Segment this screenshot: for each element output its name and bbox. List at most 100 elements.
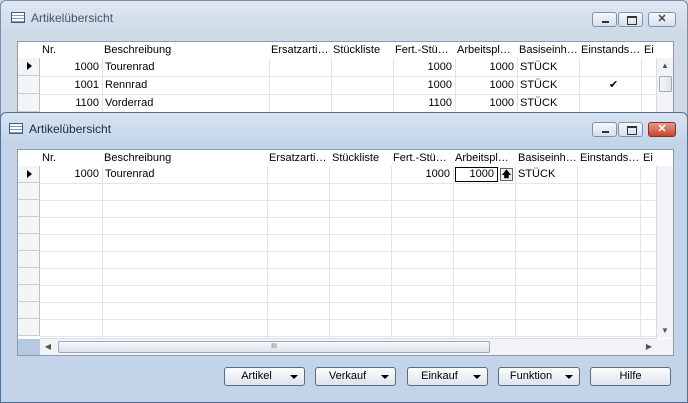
col-header-fert-stueckliste[interactable]: Fert.-Stü… bbox=[393, 150, 453, 166]
back-window-title: Artikelübersicht bbox=[31, 11, 114, 25]
cell-beschreibung[interactable]: Vorderrad bbox=[102, 95, 269, 112]
grid-corner bbox=[18, 339, 40, 355]
col-divider bbox=[577, 166, 578, 339]
back-maximize-button[interactable] bbox=[618, 12, 643, 27]
col-header-beschreibung[interactable]: Beschreibung bbox=[104, 150, 264, 166]
verkauf-button[interactable]: Verkauf bbox=[315, 367, 396, 386]
scroll-right-icon[interactable]: ▶ bbox=[641, 339, 657, 355]
col-divider bbox=[640, 166, 641, 339]
hilfe-button[interactable]: Hilfe bbox=[590, 367, 671, 386]
cell-basiseinheit[interactable]: STÜCK bbox=[517, 59, 579, 76]
cell-fert-stueckliste[interactable]: 1000 bbox=[393, 59, 455, 76]
table-icon bbox=[11, 12, 25, 23]
col-header-more[interactable]: Ei bbox=[644, 42, 658, 58]
dropdown-arrow-icon bbox=[473, 375, 481, 379]
row-divider bbox=[40, 319, 657, 320]
back-close-button[interactable]: ✕ bbox=[648, 12, 676, 27]
cell-fert-stueckliste[interactable]: 1000 bbox=[391, 166, 453, 183]
dropdown-arrow-icon bbox=[565, 375, 573, 379]
col-header-nr[interactable]: Nr. bbox=[42, 42, 97, 58]
row-divider bbox=[40, 336, 657, 337]
col-header-more[interactable]: Ei bbox=[643, 150, 657, 166]
back-window-titlebar[interactable]: Artikelübersicht ✕ bbox=[1, 1, 687, 31]
row-selector[interactable] bbox=[18, 234, 40, 251]
col-divider bbox=[515, 166, 516, 339]
cell-arbeitsplan[interactable]: 1000 bbox=[455, 59, 517, 76]
minimize-icon bbox=[602, 131, 609, 133]
col-header-basiseinheit[interactable]: Basiseinh… bbox=[519, 42, 579, 58]
front-maximize-button[interactable] bbox=[618, 122, 643, 137]
row-selector[interactable] bbox=[18, 302, 40, 319]
front-window: Artikelübersicht ✕ Nr. Beschreibung Ersa… bbox=[0, 112, 688, 403]
row-selector[interactable] bbox=[18, 251, 40, 268]
col-header-stueckliste[interactable]: Stückliste bbox=[332, 150, 392, 166]
cell-basiseinheit[interactable]: STÜCK bbox=[517, 77, 579, 94]
artikel-button[interactable]: Artikel bbox=[224, 367, 305, 386]
front-vertical-scrollbar[interactable]: ▼ bbox=[656, 166, 673, 338]
row-selector-current[interactable] bbox=[18, 166, 40, 183]
front-minimize-button[interactable] bbox=[592, 122, 617, 137]
cell-arbeitsplan-editing[interactable]: 1000 bbox=[455, 167, 498, 182]
close-icon: ✕ bbox=[657, 13, 667, 25]
col-divider bbox=[102, 166, 103, 339]
row-selector[interactable] bbox=[18, 183, 40, 200]
col-divider bbox=[329, 166, 330, 339]
col-divider bbox=[267, 166, 268, 339]
scroll-up-icon[interactable]: ▲ bbox=[657, 58, 673, 73]
cell-basiseinheit[interactable]: STÜCK bbox=[517, 95, 579, 112]
cell-fert-stueckliste[interactable]: 1000 bbox=[393, 77, 455, 94]
scroll-left-icon[interactable]: ◀ bbox=[40, 339, 56, 355]
artikel-button-label: Artikel bbox=[241, 370, 272, 382]
col-header-einstandspreis[interactable]: Einstands… bbox=[581, 42, 641, 58]
col-header-beschreibung[interactable]: Beschreibung bbox=[104, 42, 264, 58]
front-item-grid[interactable]: Nr. Beschreibung Ersatzarti… Stückliste … bbox=[17, 149, 674, 356]
scroll-thumb[interactable] bbox=[659, 76, 672, 92]
verkauf-button-label: Verkauf bbox=[328, 370, 367, 382]
checkmark-icon: ✔ bbox=[609, 79, 619, 91]
row-selector-current[interactable] bbox=[18, 58, 40, 76]
close-icon: ✕ bbox=[657, 123, 667, 135]
col-header-fert-stueckliste[interactable]: Fert.-Stü… bbox=[395, 42, 455, 58]
einkauf-button[interactable]: Einkauf bbox=[407, 367, 488, 386]
cell-basiseinheit[interactable]: STÜCK bbox=[515, 166, 577, 183]
cell-arbeitsplan[interactable]: 1000 bbox=[455, 77, 517, 94]
row-selector[interactable] bbox=[18, 319, 40, 336]
col-header-arbeitsplan[interactable]: Arbeitspl… bbox=[457, 42, 517, 58]
row-divider bbox=[40, 183, 657, 184]
lookup-arrow-icon[interactable]: 🡅 bbox=[500, 168, 513, 181]
col-header-einstandspreis[interactable]: Einstands… bbox=[580, 150, 640, 166]
front-window-title: Artikelübersicht bbox=[29, 122, 112, 136]
cell-beschreibung[interactable]: Rennrad bbox=[102, 77, 269, 94]
scroll-thumb[interactable]: III bbox=[58, 341, 490, 353]
cell-nr[interactable]: 1000 bbox=[40, 166, 102, 183]
dropdown-arrow-icon bbox=[381, 375, 389, 379]
cell-beschreibung[interactable]: Tourenrad bbox=[102, 59, 269, 76]
col-header-stueckliste[interactable]: Stückliste bbox=[333, 42, 393, 58]
col-header-ersatzartikel[interactable]: Ersatzarti… bbox=[271, 42, 331, 58]
front-window-titlebar[interactable]: Artikelübersicht ✕ bbox=[1, 113, 687, 143]
back-minimize-button[interactable] bbox=[592, 12, 617, 27]
row-selector[interactable] bbox=[18, 285, 40, 302]
cell-fert-stueckliste[interactable]: 1100 bbox=[393, 95, 455, 112]
col-header-basiseinheit[interactable]: Basiseinh… bbox=[518, 150, 578, 166]
cell-nr[interactable]: 1100 bbox=[40, 95, 102, 112]
row-selector[interactable] bbox=[18, 217, 40, 234]
col-header-nr[interactable]: Nr. bbox=[42, 150, 97, 166]
funktion-button[interactable]: Funktion bbox=[498, 367, 580, 386]
cell-arbeitsplan[interactable]: 1000 bbox=[455, 95, 517, 112]
row-selector[interactable] bbox=[18, 268, 40, 285]
cell-nr[interactable]: 1001 bbox=[40, 77, 102, 94]
front-close-button[interactable]: ✕ bbox=[648, 122, 676, 137]
row-selector[interactable] bbox=[18, 76, 40, 94]
row-selector[interactable] bbox=[18, 200, 40, 217]
table-icon bbox=[9, 123, 23, 134]
col-header-ersatzartikel[interactable]: Ersatzarti… bbox=[269, 150, 329, 166]
cell-beschreibung[interactable]: Tourenrad bbox=[102, 166, 267, 183]
cell-nr[interactable]: 1000 bbox=[40, 59, 102, 76]
row-selector[interactable] bbox=[18, 94, 40, 112]
front-horizontal-scrollbar[interactable]: ◀ III ▶ bbox=[40, 338, 657, 355]
einkauf-button-label: Einkauf bbox=[421, 370, 458, 382]
scroll-down-icon[interactable]: ▼ bbox=[657, 323, 673, 338]
col-header-arbeitsplan[interactable]: Arbeitspl… bbox=[455, 150, 515, 166]
maximize-icon bbox=[627, 126, 637, 135]
